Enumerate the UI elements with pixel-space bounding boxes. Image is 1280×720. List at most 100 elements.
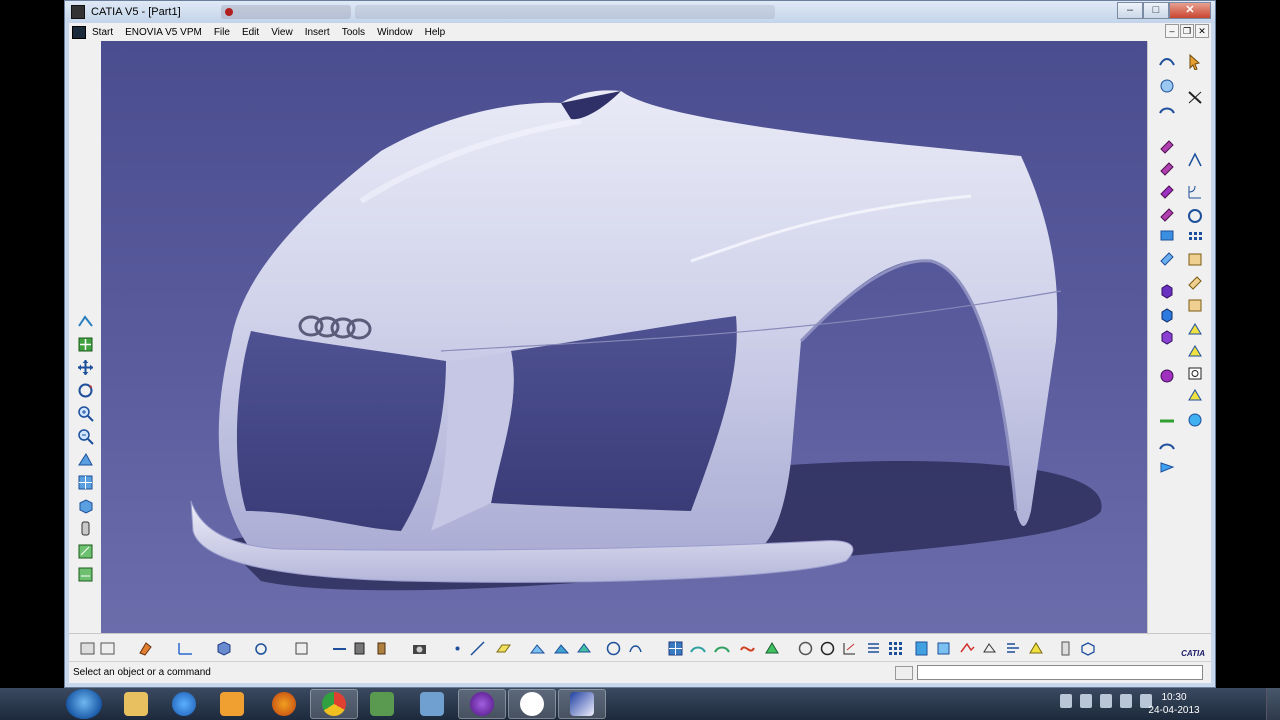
macro-icon[interactable] <box>1027 640 1044 657</box>
taskbar-firefox[interactable] <box>260 689 308 719</box>
lock-icon[interactable] <box>981 640 998 657</box>
menu-edit[interactable]: Edit <box>236 27 265 38</box>
isometric-view-icon[interactable] <box>77 497 94 514</box>
table-icon[interactable] <box>841 640 858 657</box>
measure-between-icon[interactable] <box>331 640 348 657</box>
taskbar-chrome[interactable] <box>310 689 358 719</box>
fit-all-icon[interactable] <box>77 336 94 353</box>
taskbar-bittorrent[interactable] <box>458 689 506 719</box>
intersection-icon[interactable] <box>553 640 570 657</box>
draft-analysis-icon[interactable] <box>713 640 730 657</box>
windows-start-button[interactable] <box>66 689 102 719</box>
tools-palette-icon[interactable] <box>865 640 882 657</box>
connect-icon[interactable] <box>739 640 756 657</box>
menu-view[interactable]: View <box>265 27 299 38</box>
constraints-icon[interactable] <box>913 640 930 657</box>
command-input[interactable] <box>917 665 1203 680</box>
groove-icon[interactable] <box>1186 151 1204 168</box>
rotate-part-icon[interactable] <box>1186 343 1204 360</box>
axis-icon[interactable] <box>177 640 194 657</box>
select-icon[interactable] <box>1186 53 1204 70</box>
measure-item-icon[interactable] <box>351 640 368 657</box>
spline-icon[interactable] <box>605 640 622 657</box>
doc-close-button[interactable]: ✕ <box>1195 24 1209 38</box>
menu-file[interactable]: File <box>208 27 236 38</box>
menu-start[interactable]: Start <box>86 27 119 38</box>
part-body-icon[interactable] <box>215 640 232 657</box>
catalog-icon[interactable] <box>293 640 310 657</box>
menu-enovia[interactable]: ENOVIA V5 VPM <box>119 27 208 38</box>
camera-icon[interactable] <box>411 640 428 657</box>
apply-material-icon[interactable] <box>1158 459 1176 476</box>
thread-icon[interactable] <box>1186 297 1204 314</box>
pattern-icon[interactable] <box>1186 411 1204 428</box>
hole-icon[interactable] <box>1158 137 1176 154</box>
show-desktop-button[interactable] <box>1266 688 1280 720</box>
network-icon[interactable] <box>1100 694 1112 708</box>
render-icon[interactable] <box>1005 640 1022 657</box>
title-bar[interactable]: CATIA V5 - [Part1] – □ ✕ <box>65 1 1215 23</box>
minimize-button[interactable]: – <box>1117 2 1143 19</box>
inertia-icon[interactable] <box>373 640 390 657</box>
taskbar-file-explorer[interactable] <box>112 689 160 719</box>
distance-icon[interactable] <box>1057 640 1074 657</box>
update-icon[interactable] <box>79 640 96 657</box>
line-icon[interactable] <box>469 640 486 657</box>
translate-icon[interactable] <box>1186 321 1204 338</box>
mirror-icon[interactable] <box>1186 387 1204 404</box>
hide-show-icon[interactable] <box>77 543 94 560</box>
plane-icon[interactable] <box>495 640 512 657</box>
taskbar-messenger[interactable] <box>358 689 406 719</box>
stiffener-icon[interactable] <box>1158 205 1176 222</box>
pocket-icon[interactable] <box>1186 89 1204 106</box>
measure-box-icon[interactable] <box>1079 640 1096 657</box>
chamfer-icon[interactable] <box>1186 207 1204 224</box>
circle-icon[interactable] <box>575 640 592 657</box>
compass-icon[interactable] <box>797 640 814 657</box>
draft-icon[interactable] <box>1186 229 1204 246</box>
slot-icon[interactable] <box>1158 182 1176 199</box>
menu-tools[interactable]: Tools <box>336 27 371 38</box>
menu-insert[interactable]: Insert <box>299 27 336 38</box>
maximize-button[interactable]: □ <box>1143 2 1169 19</box>
boundary-icon[interactable] <box>763 640 780 657</box>
measure-icon[interactable] <box>1158 437 1176 454</box>
zoom-out-icon[interactable] <box>77 428 94 445</box>
menu-window[interactable]: Window <box>371 27 419 38</box>
doc-restore-button[interactable]: ❐ <box>1180 24 1194 38</box>
thickness-icon[interactable] <box>1186 273 1204 290</box>
swap-space-icon[interactable] <box>77 566 94 583</box>
shaft-icon[interactable] <box>1158 101 1176 118</box>
taskbar-internet-explorer[interactable] <box>160 689 208 719</box>
catia-start-icon[interactable] <box>72 25 86 39</box>
symmetry-icon[interactable] <box>1186 365 1204 382</box>
tree-icon[interactable] <box>99 640 116 657</box>
doc-minimize-button[interactable]: – <box>1165 24 1179 38</box>
system-clock[interactable]: 10:30 24-04-2013 <box>1144 691 1204 717</box>
rib-icon[interactable] <box>1158 159 1176 176</box>
taskbar-google-talk[interactable] <box>508 689 556 719</box>
multi-section-icon[interactable] <box>1158 227 1176 244</box>
thick-surface-icon[interactable] <box>1158 307 1176 324</box>
rotate-icon[interactable] <box>77 382 94 399</box>
projection-icon[interactable] <box>529 640 546 657</box>
remove-icon[interactable] <box>1158 249 1176 266</box>
car-front-model[interactable] <box>101 41 1147 633</box>
grid-icon[interactable] <box>627 640 644 657</box>
fillet-icon[interactable] <box>1186 183 1204 200</box>
publish-icon[interactable] <box>887 640 904 657</box>
taskbar-paint[interactable] <box>408 689 456 719</box>
status-options-button[interactable] <box>895 666 913 680</box>
snap-icon[interactable] <box>819 640 836 657</box>
multi-view-icon[interactable] <box>77 474 94 491</box>
zoom-in-icon[interactable] <box>77 405 94 422</box>
formula-icon[interactable] <box>935 640 952 657</box>
device-icon[interactable] <box>1080 694 1092 708</box>
pan-icon[interactable] <box>77 359 94 376</box>
shell-icon[interactable] <box>1186 251 1204 268</box>
paint-icon[interactable] <box>137 640 154 657</box>
split-icon[interactable] <box>1158 283 1176 300</box>
normal-view-icon[interactable] <box>77 451 94 468</box>
taskbar-catia[interactable] <box>558 689 606 719</box>
point-icon[interactable] <box>449 640 466 657</box>
